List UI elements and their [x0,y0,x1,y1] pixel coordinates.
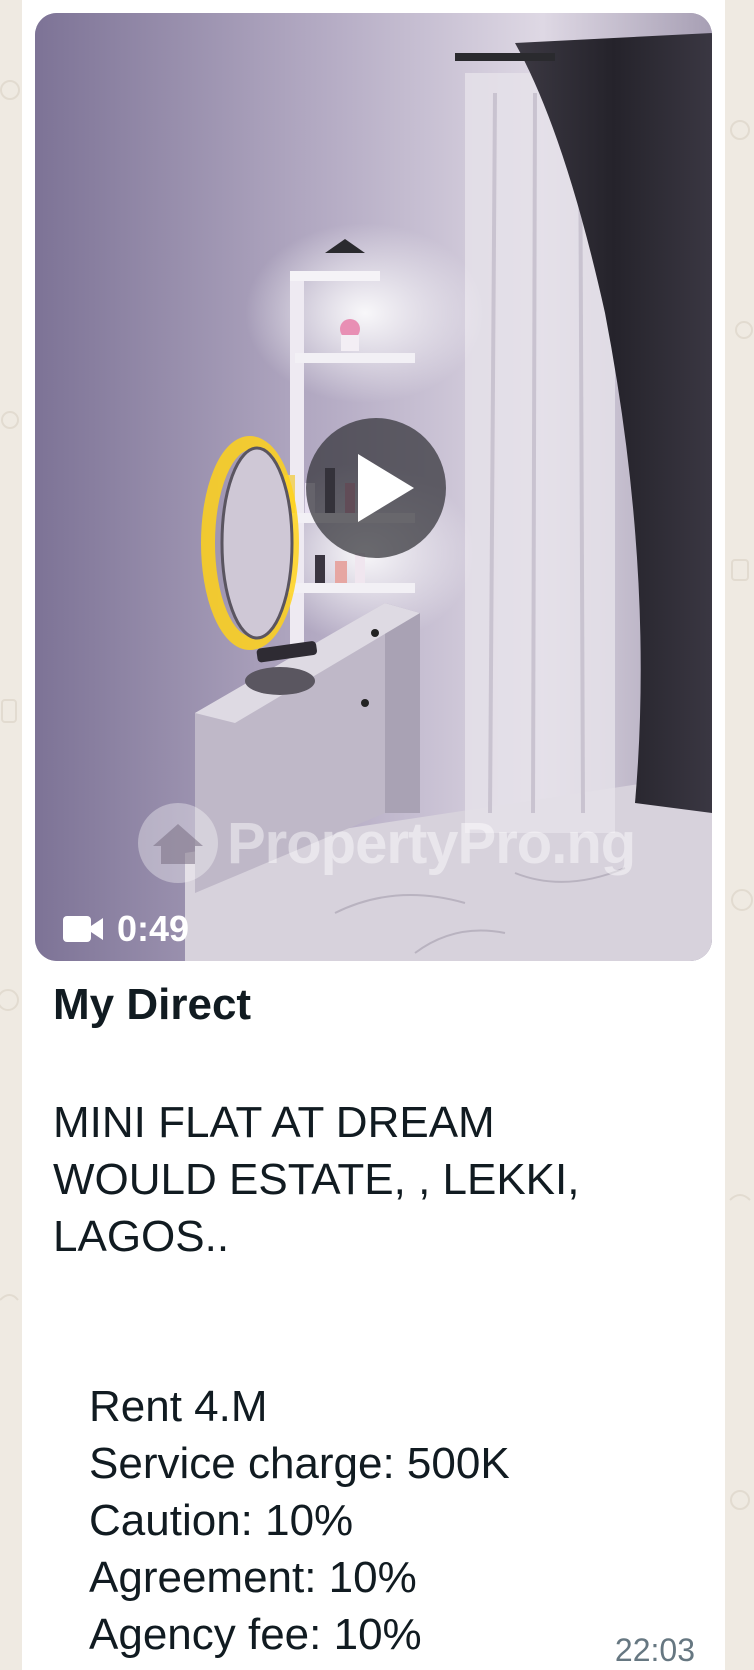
play-button[interactable] [306,418,446,558]
watermark: PropertyPro.ng [135,793,636,893]
detail-service-charge: Service charge: 500K [89,1439,510,1488]
listing-title-line: MINI FLAT AT DREAM [53,1098,495,1147]
video-duration: 0:49 [117,908,190,949]
detail-caution: Caution: 10% [89,1496,354,1545]
message-timestamp: 22:03 [614,1632,695,1668]
detail-agreement: Agreement: 10% [89,1553,417,1602]
video-duration-overlay: 0:49 [63,903,189,955]
watermark-text: PropertyPro.ng [227,810,636,876]
video-thumbnail[interactable]: PropertyPro.ng 0:49 [35,13,712,961]
message-bubble: PropertyPro.ng 0:49 My Direct MINI FLAT … [22,0,725,1670]
video-camera-icon [63,916,103,942]
detail-agency-fee: Agency fee: 10% [89,1610,422,1659]
sender-name: My Direct [53,980,252,1029]
listing-title-line: LAGOS.. [53,1212,230,1261]
detail-rent: Rent 4.M [89,1382,268,1431]
house-logo-icon [138,803,218,883]
listing-title-line: WOULD ESTATE, , LEKKI, [53,1155,580,1204]
play-icon [358,454,414,522]
